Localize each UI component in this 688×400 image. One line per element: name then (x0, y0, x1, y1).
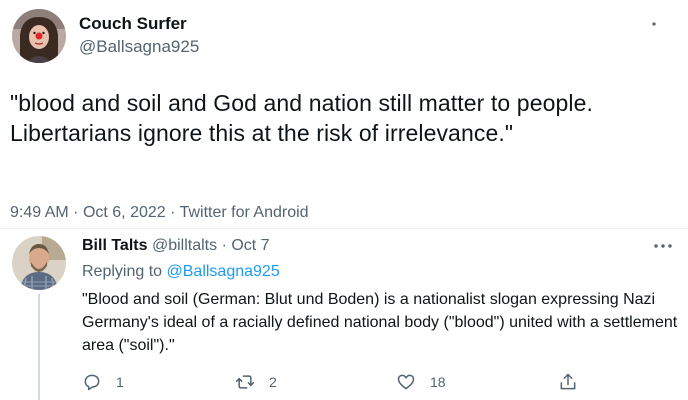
share-button[interactable] (558, 370, 578, 394)
replying-to-label: Replying to (82, 263, 163, 280)
tweet-source[interactable]: Twitter for Android (180, 204, 309, 221)
reply-button[interactable]: 1 (82, 370, 124, 394)
thread-line (38, 294, 40, 400)
reply-author-handle[interactable]: @billtalts (152, 237, 217, 254)
more-options-icon[interactable] (644, 14, 664, 34)
retweet-icon (235, 375, 255, 389)
reply-avatar[interactable] (12, 236, 66, 290)
like-count: 18 (430, 374, 446, 390)
author-handle[interactable]: @Ballsagna925 (79, 37, 199, 57)
profile-photo-icon (12, 9, 66, 63)
reply-text: "Blood and soil (German: Blut und Boden)… (82, 291, 678, 354)
retweet-count: 2 (269, 374, 277, 390)
meta-separator: · (170, 204, 176, 221)
more-options-icon[interactable] (652, 236, 674, 256)
author-name[interactable]: Couch Surfer (79, 14, 187, 34)
avatar[interactable] (12, 9, 66, 63)
reply-icon (84, 374, 100, 391)
like-button[interactable]: 18 (396, 370, 446, 394)
reply-author-name[interactable]: Bill Talts (82, 237, 148, 254)
header-separator: · (221, 237, 227, 254)
reply-count: 1 (116, 374, 124, 390)
heart-icon (397, 374, 415, 390)
reply-actions: 1 2 18 (82, 370, 602, 394)
tweet-meta: 9:49 AM · Oct 6, 2022 · Twitter for Andr… (10, 203, 309, 223)
meta-separator: · (73, 204, 79, 221)
replying-to: Replying to @Ballsagna925 (82, 262, 280, 282)
reply-header: Bill Talts @billtalts · Oct 7 (82, 236, 270, 256)
tweet-text: "blood and soil and God and nation still… (10, 90, 593, 146)
tweet-time[interactable]: 9:49 AM (10, 204, 69, 221)
divider (0, 228, 688, 229)
share-icon (560, 373, 576, 390)
tweet-date[interactable]: Oct 6, 2022 (83, 204, 166, 221)
reply-date[interactable]: Oct 7 (231, 237, 269, 254)
profile-photo-icon (12, 236, 66, 290)
replying-to-link[interactable]: @Ballsagna925 (167, 263, 280, 280)
retweet-button[interactable]: 2 (235, 370, 277, 394)
